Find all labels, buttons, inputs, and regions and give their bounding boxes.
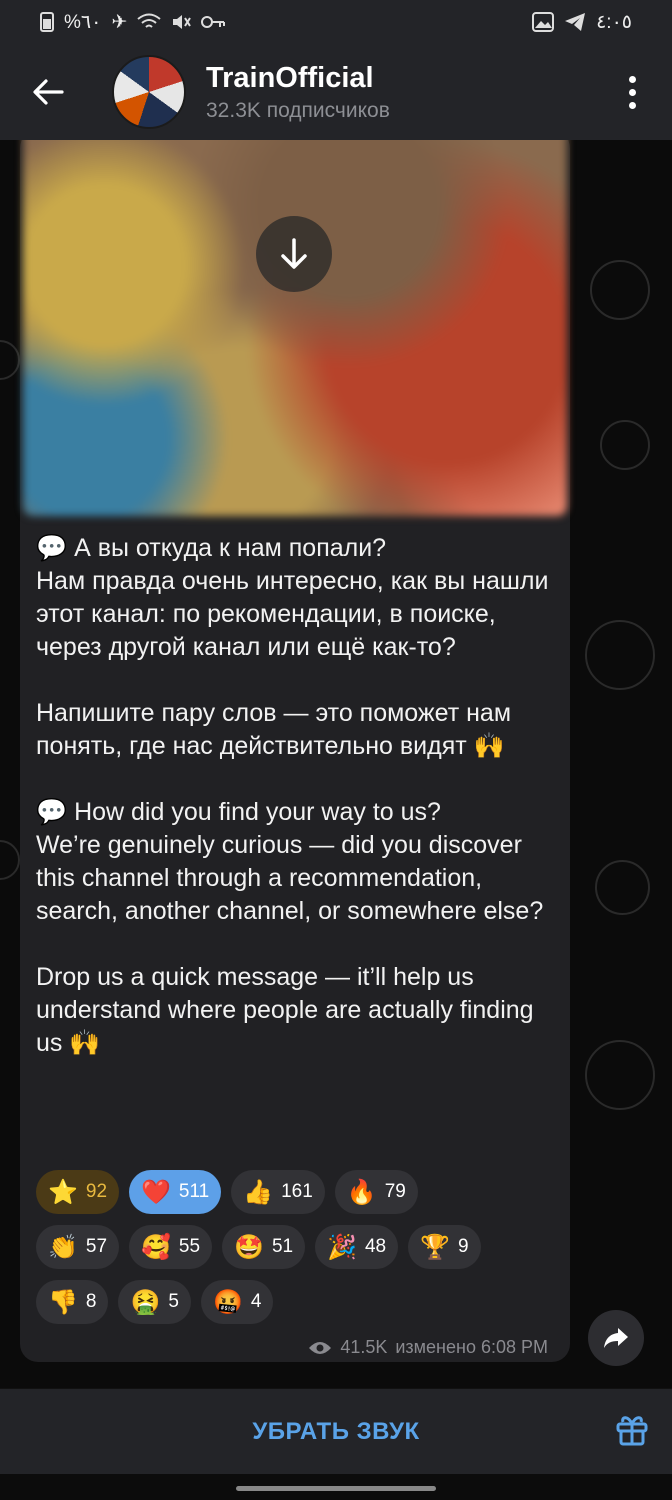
key-icon bbox=[201, 16, 226, 28]
reaction-count: 5 bbox=[168, 1291, 179, 1312]
reaction-count: 511 bbox=[178, 1181, 210, 1202]
reaction-button[interactable]: 🔥 79 bbox=[334, 1170, 418, 1214]
reaction-count: 4 bbox=[250, 1291, 262, 1312]
reaction-emoji-icon: 🤮 bbox=[130, 1288, 161, 1316]
reaction-count: 92 bbox=[85, 1181, 108, 1202]
reaction-emoji-icon: 👍 bbox=[243, 1178, 274, 1206]
status-bar: %٦٠ ✈ ٤:٠٥ bbox=[0, 0, 672, 44]
reaction-count: 48 bbox=[364, 1236, 387, 1257]
share-arrow-icon bbox=[604, 1328, 628, 1348]
message-meta: 41.5K изменено 6:08 PM bbox=[308, 1337, 548, 1358]
airplane-icon: ✈ bbox=[111, 11, 128, 33]
image-icon bbox=[532, 12, 555, 32]
doodle-decoration bbox=[590, 260, 650, 320]
reaction-emoji-icon: 🤩 bbox=[234, 1233, 264, 1261]
reaction-row: ⭐ 92 ❤️ 511 👍 161 🔥 79 bbox=[36, 1170, 546, 1214]
reaction-count: 9 bbox=[458, 1236, 469, 1257]
reaction-emoji-icon: 🔥 bbox=[346, 1178, 377, 1206]
reaction-button[interactable]: 🎉 48 bbox=[315, 1225, 399, 1269]
channel-avatar[interactable] bbox=[112, 55, 186, 129]
arrow-down-icon bbox=[281, 238, 307, 269]
message-bubble[interactable]: 💬 А вы откуда к нам попали? Нам правда о… bbox=[20, 140, 570, 1362]
home-handle[interactable] bbox=[236, 1486, 436, 1491]
reaction-row: 👏 57 🥰 55 🤩 51 🎉 48 🏆 9 bbox=[36, 1225, 546, 1269]
reaction-emoji-icon: 🎉 bbox=[327, 1233, 357, 1261]
back-button[interactable] bbox=[0, 44, 96, 140]
more-options-button[interactable] bbox=[612, 68, 652, 116]
bottom-bar: УБРАТЬ ЗВУК bbox=[0, 1388, 672, 1474]
reaction-emoji-icon: 🤬 bbox=[212, 1288, 243, 1316]
view-count: 41.5K bbox=[340, 1337, 388, 1357]
reaction-button[interactable]: 🤮 5 bbox=[118, 1280, 191, 1324]
reaction-row: 👎 8 🤮 5 🤬 4 bbox=[36, 1280, 546, 1324]
battery-icon bbox=[40, 12, 54, 32]
dot-icon bbox=[628, 101, 636, 109]
reaction-count: 55 bbox=[178, 1236, 201, 1257]
forward-button[interactable] bbox=[588, 1310, 644, 1366]
channel-info[interactable]: TrainOfficial 32.3K подписчиков bbox=[206, 62, 390, 123]
dot-icon bbox=[628, 75, 636, 83]
chat-area[interactable]: 💬 А вы откуда к нам попали? Нам правда о… bbox=[0, 140, 672, 1388]
reaction-emoji-icon: ⭐ bbox=[48, 1178, 78, 1206]
reaction-emoji-icon: 👎 bbox=[48, 1288, 78, 1316]
doodle-decoration bbox=[0, 840, 20, 880]
doodle-decoration bbox=[595, 860, 650, 915]
download-button[interactable] bbox=[256, 216, 332, 292]
battery-percent: %٦٠ bbox=[64, 11, 102, 33]
reaction-emoji-icon: 🏆 bbox=[420, 1233, 451, 1261]
reaction-button[interactable]: 🤬 4 bbox=[200, 1280, 274, 1324]
reaction-button[interactable]: ⭐ 92 bbox=[36, 1170, 120, 1214]
reactions: ⭐ 92 ❤️ 511 👍 161 🔥 79 👏 57 🥰 55 🤩 51 🎉 48 🏆 9 👎 8 🤮 5 🤬 4 bbox=[36, 1170, 546, 1335]
reaction-button[interactable]: 👍 161 bbox=[231, 1170, 325, 1214]
channel-title: TrainOfficial bbox=[206, 61, 374, 94]
reaction-button[interactable]: 🥰 55 bbox=[129, 1225, 213, 1269]
blurred-media-preview[interactable] bbox=[23, 140, 567, 516]
reaction-count: 8 bbox=[85, 1291, 97, 1312]
message-text: 💬 А вы откуда к нам попали? Нам правда о… bbox=[36, 534, 549, 1057]
dot-icon bbox=[628, 88, 636, 96]
doodle-decoration bbox=[585, 620, 655, 690]
reaction-emoji-icon: 🥰 bbox=[141, 1233, 171, 1261]
reaction-button[interactable]: 👏 57 bbox=[36, 1225, 120, 1269]
gift-button[interactable] bbox=[614, 1411, 650, 1452]
gift-icon bbox=[616, 1416, 648, 1446]
reaction-button[interactable]: 🤩 51 bbox=[222, 1225, 306, 1269]
doodle-decoration bbox=[600, 420, 650, 470]
reaction-button[interactable]: 🏆 9 bbox=[408, 1225, 481, 1269]
clock: ٤:٠٥ bbox=[596, 11, 632, 33]
reaction-count: 57 bbox=[85, 1236, 108, 1257]
reaction-count: 161 bbox=[281, 1181, 313, 1202]
chat-header: TrainOfficial 32.3K подписчиков bbox=[0, 44, 672, 140]
reaction-emoji-icon: ❤️ bbox=[141, 1178, 171, 1206]
arrow-left-icon bbox=[33, 79, 64, 105]
subscriber-count: 32.3K подписчиков bbox=[206, 98, 390, 122]
eye-icon bbox=[309, 1341, 332, 1354]
reaction-count: 51 bbox=[271, 1236, 294, 1257]
reaction-button[interactable]: ❤️ 511 bbox=[129, 1170, 222, 1214]
wifi-icon bbox=[137, 13, 161, 28]
edited-time: изменено 6:08 PM bbox=[395, 1337, 548, 1357]
mute-icon bbox=[173, 15, 192, 29]
reaction-emoji-icon: 👏 bbox=[48, 1233, 78, 1261]
doodle-decoration bbox=[585, 1040, 655, 1110]
mute-channel-button[interactable]: УБРАТЬ ЗВУК bbox=[252, 1418, 419, 1446]
navigation-bar bbox=[0, 1474, 672, 1500]
reaction-button[interactable]: 👎 8 bbox=[36, 1280, 109, 1324]
reaction-count: 79 bbox=[384, 1181, 406, 1202]
telegram-icon bbox=[565, 13, 586, 31]
doodle-decoration bbox=[0, 340, 20, 380]
